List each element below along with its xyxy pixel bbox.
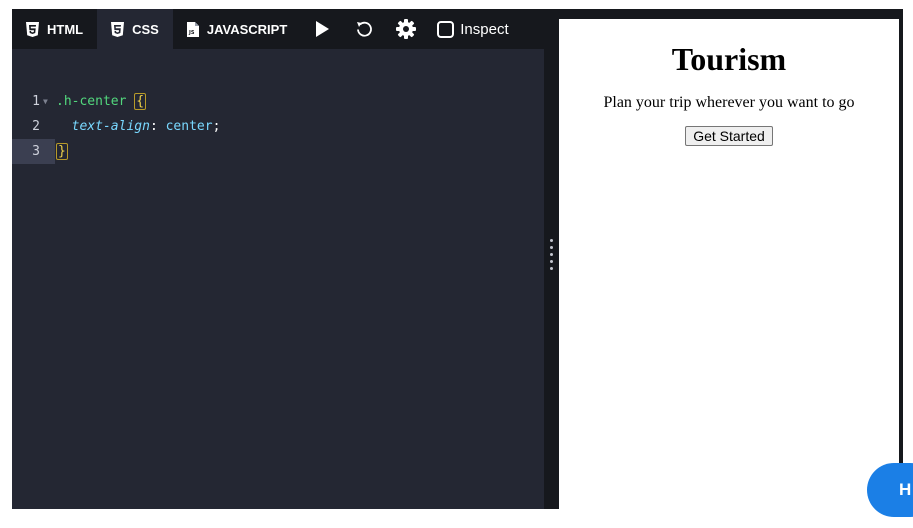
line-number: 3: [32, 144, 40, 159]
gear-icon: [396, 19, 417, 39]
get-started-button[interactable]: Get Started: [685, 126, 773, 146]
tab-javascript[interactable]: JS JAVASCRIPT: [173, 9, 301, 49]
js-file-icon: JS: [186, 21, 199, 37]
inspect-checkbox[interactable]: [437, 20, 455, 38]
preview-pane: Tourism Plan your trip wherever you want…: [559, 19, 899, 509]
close-brace: }: [56, 143, 68, 160]
fold-caret-icon[interactable]: ▼: [43, 89, 48, 114]
preview-paragraph: Plan your trip wherever you want to go: [603, 94, 855, 111]
tab-javascript-label: JAVASCRIPT: [206, 21, 288, 37]
run-button[interactable]: [301, 9, 343, 49]
play-icon: [315, 21, 329, 37]
css-selector: .h-center: [56, 94, 127, 109]
code-line: 2 text-align: center;: [12, 114, 544, 139]
inspect-label: Inspect: [460, 20, 509, 38]
code-text: text-align: center;: [56, 114, 221, 139]
code-playground: HTML CSS JS JAVASCRIPT Inspect 1 ▼ .h-ce…: [12, 9, 903, 509]
html5-icon: [26, 21, 39, 37]
line-number: 2: [32, 119, 40, 134]
line-number: 1: [32, 94, 40, 109]
grip-dots-icon: [550, 239, 553, 275]
css3-icon: [111, 21, 125, 37]
semicolon: ;: [212, 119, 221, 134]
tab-css-label: CSS: [132, 21, 159, 37]
help-button[interactable]: H: [867, 463, 913, 517]
reset-button[interactable]: [343, 9, 385, 49]
pane-resize-handle[interactable]: [544, 9, 559, 509]
css-property: text-align: [71, 119, 150, 134]
tab-css[interactable]: CSS: [97, 9, 173, 49]
inspect-toggle[interactable]: Inspect: [427, 9, 509, 49]
editor-toolbar: HTML CSS JS JAVASCRIPT Inspect: [12, 9, 544, 49]
css-value: center: [165, 119, 213, 134]
code-line-current: 3 }: [12, 139, 544, 164]
svg-text:JS: JS: [188, 30, 195, 36]
colon: :: [149, 119, 166, 134]
tab-html[interactable]: HTML: [12, 9, 97, 49]
code-line: 1 ▼ .h-center {: [12, 89, 544, 114]
preview-heading: Tourism: [671, 41, 787, 77]
code-text: }: [56, 139, 68, 164]
settings-button[interactable]: [385, 9, 427, 49]
tab-html-label: HTML: [47, 21, 84, 37]
code-editor[interactable]: 1 ▼ .h-center { 2 text-align: center; 3 …: [12, 89, 544, 164]
code-text: .h-center {: [56, 89, 147, 114]
open-brace: {: [134, 93, 147, 110]
editor-pane: HTML CSS JS JAVASCRIPT Inspect 1 ▼ .h-ce…: [12, 9, 544, 509]
undo-icon: [357, 21, 373, 37]
